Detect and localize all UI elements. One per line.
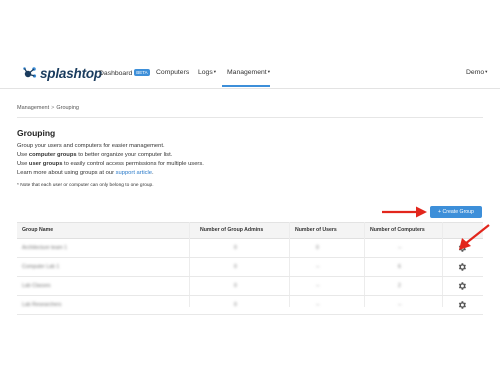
learn-more-suffix: . — [152, 170, 154, 176]
table-row[interactable]: Lab Researchers 0 -- -- — [17, 296, 483, 315]
gear-icon[interactable] — [457, 262, 467, 272]
user-menu-label: Demo — [466, 69, 485, 76]
user-groups-prefix: Use — [17, 161, 29, 167]
group-name-cell[interactable]: Lab Researchers — [22, 302, 62, 308]
chevron-down-icon: ▾ — [267, 69, 270, 74]
table-row[interactable]: Computer Lab 1 0 -- 6 — [17, 258, 483, 277]
column-header-group-name[interactable]: Group Name — [22, 227, 53, 233]
breadcrumb-management[interactable]: Management — [17, 105, 49, 111]
breadcrumb-separator: > — [51, 105, 55, 111]
brand-name: splashtop — [40, 65, 102, 81]
nav-item-management[interactable]: Management▾ — [227, 69, 270, 76]
users-cell: -- — [316, 283, 320, 289]
chevron-down-icon: ▾ — [213, 69, 217, 74]
breadcrumb: Management > Grouping — [17, 105, 79, 111]
active-tab-indicator — [222, 85, 270, 87]
computers-cell: 6 — [398, 264, 401, 270]
table-row[interactable]: Architecture team 1 0 0 -- — [17, 239, 483, 258]
nav-item-logs[interactable]: Logs▾ — [198, 69, 216, 76]
gear-icon[interactable] — [457, 300, 467, 310]
nav-item-management-label: Management — [227, 69, 267, 76]
column-header-computers[interactable]: Number of Computers — [370, 227, 425, 233]
breadcrumb-grouping: Grouping — [56, 105, 79, 111]
users-cell: 0 — [316, 245, 319, 251]
beta-badge: BETA — [134, 69, 150, 76]
splashtop-logo-icon — [23, 67, 37, 78]
nav-item-dashboard[interactable]: Dashboard BETA — [99, 69, 150, 77]
user-groups-suffix: to easily control access permissions for… — [62, 161, 204, 167]
group-admins-cell: 0 — [234, 264, 237, 270]
groups-table: Group Name Number of Group Admins Number… — [17, 222, 483, 315]
top-navigation: splashtop Dashboard BETA Computers Logs▾ … — [0, 58, 500, 89]
chevron-down-icon: ▾ — [485, 69, 488, 74]
column-header-group-admins[interactable]: Number of Group Admins — [200, 227, 263, 233]
users-cell: -- — [316, 264, 320, 270]
user-menu[interactable]: Demo▾ — [466, 69, 487, 76]
intro-text: Group your users and computers for easie… — [17, 143, 165, 149]
nav-item-computers-label: Computers — [156, 69, 190, 76]
group-name-cell[interactable]: Computer Lab 1 — [22, 264, 59, 270]
nav-item-computers[interactable]: Computers — [156, 69, 189, 76]
group-name-cell[interactable]: Lab Classes — [22, 283, 51, 289]
divider — [17, 117, 483, 118]
user-groups-text: Use user groups to easily control access… — [17, 161, 204, 167]
table-header: Group Name Number of Group Admins Number… — [17, 222, 483, 239]
user-groups-bold: user groups — [28, 161, 63, 167]
group-name-cell[interactable]: Architecture team 1 — [22, 245, 67, 251]
brand-logo[interactable]: splashtop — [22, 64, 102, 82]
group-admins-cell: 0 — [234, 302, 237, 308]
computers-cell: 2 — [398, 283, 401, 289]
page-title: Grouping — [17, 128, 56, 138]
group-note: * Note that each user or computer can on… — [17, 183, 154, 188]
computers-cell: -- — [398, 245, 402, 251]
computer-groups-suffix: to better organize your computer list. — [76, 152, 173, 158]
computer-groups-prefix: Use — [17, 152, 29, 158]
column-header-users[interactable]: Number of Users — [295, 227, 337, 233]
learn-more-text: Learn more about using groups at our sup… — [17, 170, 154, 176]
computer-groups-bold: computer groups — [28, 152, 77, 158]
group-admins-cell: 0 — [234, 245, 237, 251]
table-row[interactable]: Lab Classes 0 -- 2 — [17, 277, 483, 296]
red-arrow-icon — [382, 206, 427, 218]
learn-more-prefix: Learn more about using groups at our — [17, 170, 116, 176]
users-cell: -- — [316, 302, 320, 308]
computers-cell: -- — [398, 302, 402, 308]
nav-item-dashboard-label: Dashboard — [99, 70, 133, 77]
create-group-button[interactable]: + Create Group — [430, 206, 482, 218]
support-article-link[interactable]: support article — [116, 170, 152, 176]
red-arrow-icon — [459, 224, 490, 250]
computer-groups-text: Use computer groups to better organize y… — [17, 152, 172, 158]
group-admins-cell: 0 — [234, 283, 237, 289]
gear-icon[interactable] — [457, 281, 467, 291]
nav-item-logs-label: Logs — [198, 69, 213, 76]
